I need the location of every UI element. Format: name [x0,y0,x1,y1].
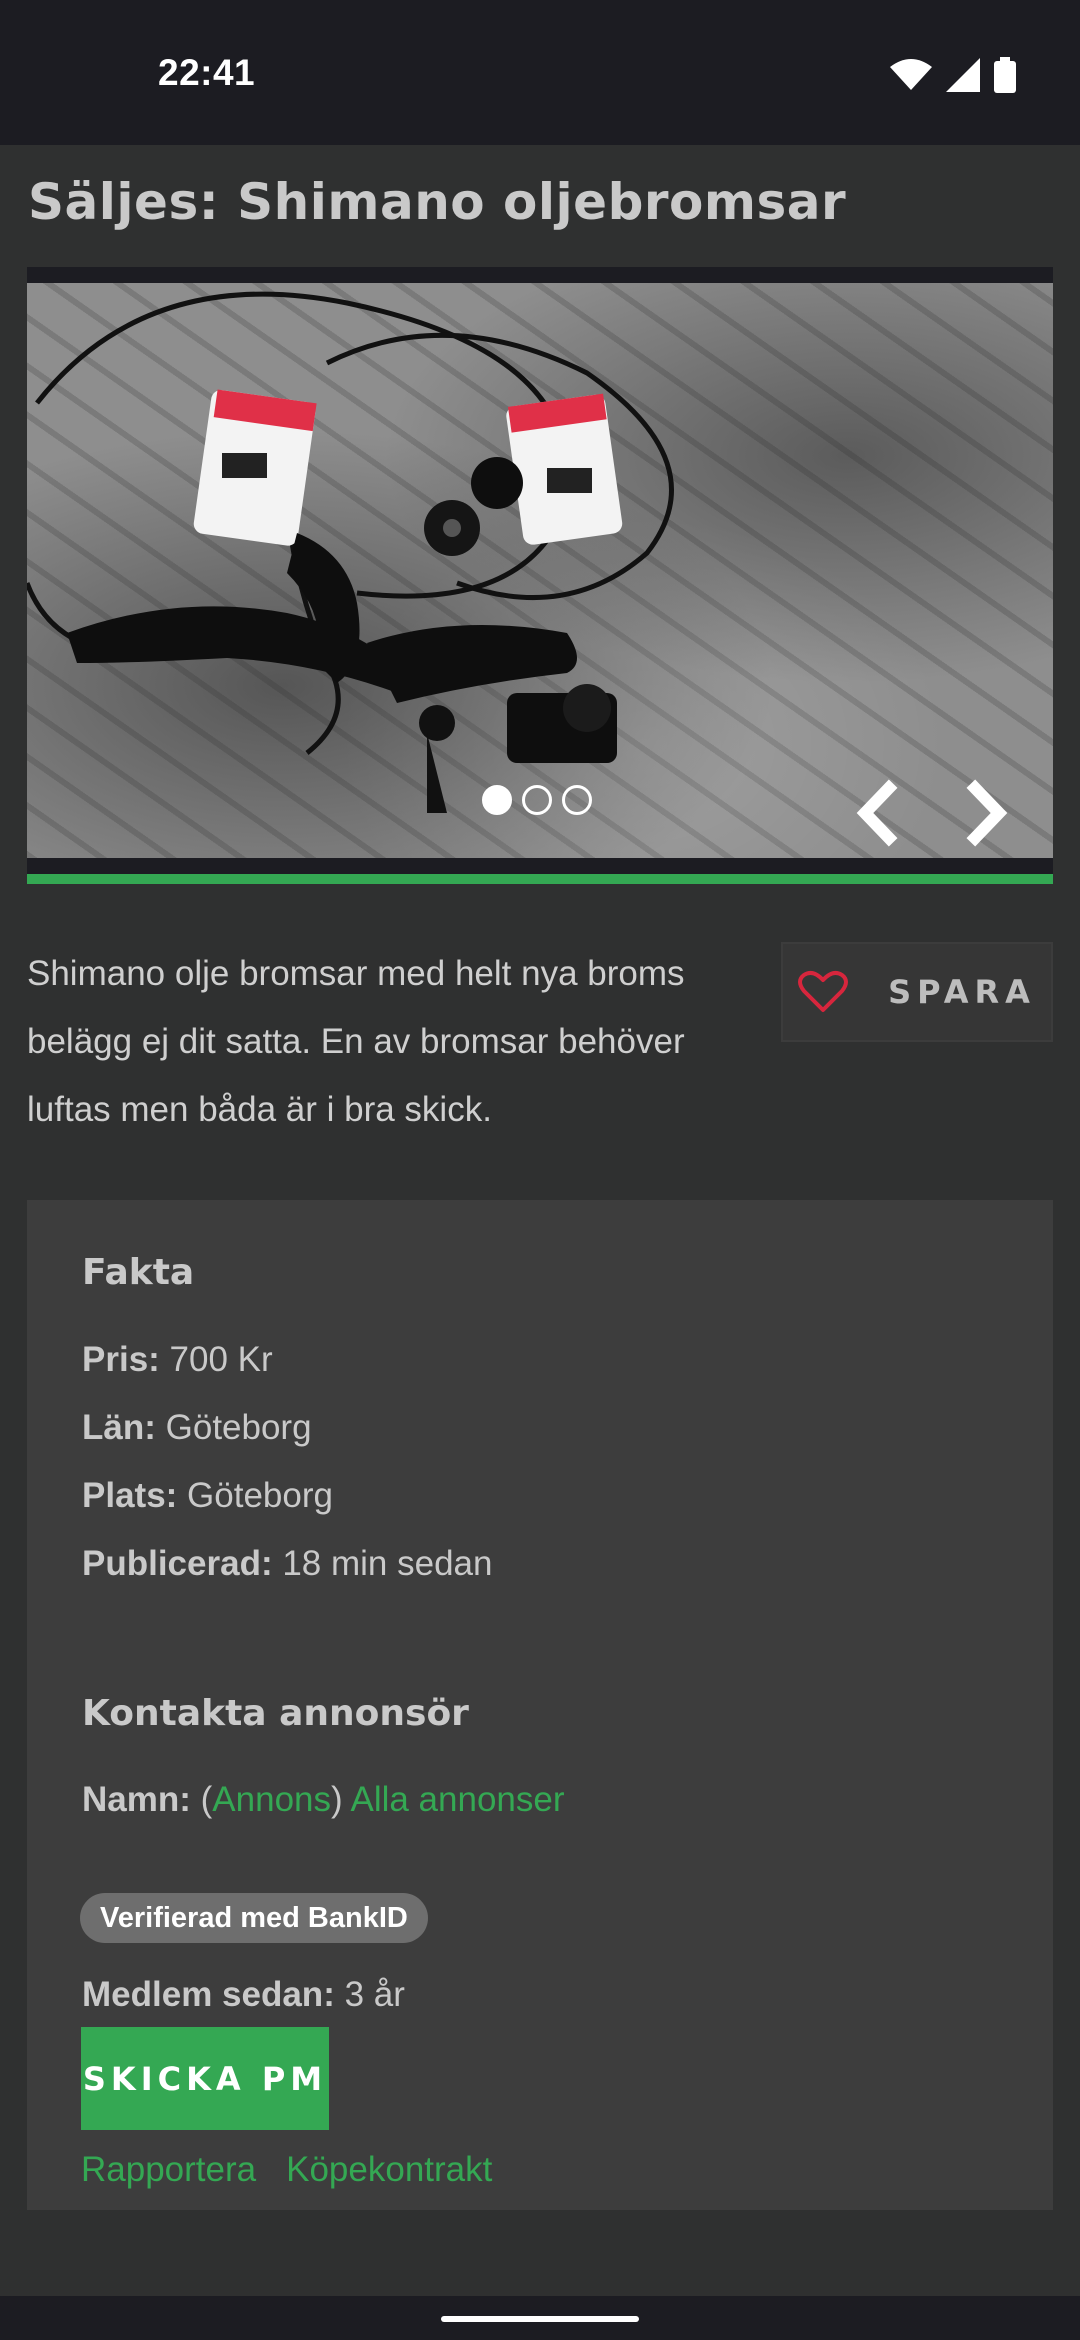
heart-icon [798,970,849,1012]
fact-county: Län: Göteborg [82,1408,312,1448]
gallery-accent-line [27,874,1053,884]
battery-icon [994,57,1016,93]
chevron-left-icon [856,779,898,847]
signal-icon [946,58,980,92]
listing-description: Shimano olje bromsar med helt nya broms … [27,954,685,1129]
fact-place-label: Plats: [82,1476,178,1515]
advertiser-name-link[interactable]: Annons [212,1780,331,1819]
fact-price-label: Pris: [82,1340,160,1379]
status-bar: 22:41 [0,0,1080,145]
fact-published-value: 18 min sedan [282,1544,493,1583]
page-title: Säljes: Shimano oljebromsar [28,173,847,231]
fact-published-label: Publicerad: [82,1544,273,1583]
save-button[interactable]: SPARA [781,942,1053,1042]
bankid-verified-badge: Verifierad med BankID [80,1893,428,1943]
image-gallery[interactable] [27,267,1053,1032]
open-paren: ( [200,1780,213,1819]
gallery-dot-2[interactable] [522,785,552,815]
gallery-bottom-bar [27,858,1053,874]
member-since-value: 3 år [344,1975,405,2014]
member-since-label: Medlem sedan: [82,1975,335,2014]
facts-heading: Fakta [82,1252,195,1293]
close-paren: ) [331,1780,343,1819]
fact-place-value: Göteborg [187,1476,333,1515]
navigation-bar [0,2296,1080,2340]
fact-place: Plats: Göteborg [82,1476,333,1516]
gallery-next-button[interactable] [957,768,1017,858]
facts-panel: Fakta Pris: 700 Kr Län: Göteborg Plats: … [27,1200,1053,2210]
fact-price: Pris: 700 Kr [82,1340,273,1380]
all-ads-link[interactable]: Alla annonser [350,1780,564,1819]
listing-photo[interactable] [27,283,1053,858]
report-link[interactable]: Rapportera [81,2150,256,2190]
home-gesture-bar[interactable] [441,2316,639,2322]
gallery-dot-3[interactable] [562,785,592,815]
purchase-contract-link[interactable]: Köpekontrakt [286,2150,492,2190]
send-pm-button[interactable]: SKICKA PM [81,2027,329,2130]
wifi-icon [890,59,932,90]
contact-heading: Kontakta annonsör [82,1693,469,1734]
gallery-pagination [482,785,592,815]
status-icons [890,55,1016,95]
gallery-prev-button[interactable] [847,768,907,858]
save-label: SPARA [888,973,1036,1011]
contact-name-row: Namn: (Annons) Alla annonser [82,1780,565,1820]
fact-published: Publicerad: 18 min sedan [82,1544,492,1584]
fact-price-value: 700 Kr [169,1340,273,1379]
member-since-row: Medlem sedan: 3 år [82,1975,405,2015]
fact-county-value: Göteborg [165,1408,312,1447]
contact-name-label: Namn: [82,1780,191,1819]
gallery-dot-1[interactable] [482,785,512,815]
fact-county-label: Län: [82,1408,156,1447]
chevron-right-icon [966,779,1008,847]
status-time: 22:41 [158,52,256,93]
listing-actions: Rapportera Köpekontrakt [81,2150,492,2190]
